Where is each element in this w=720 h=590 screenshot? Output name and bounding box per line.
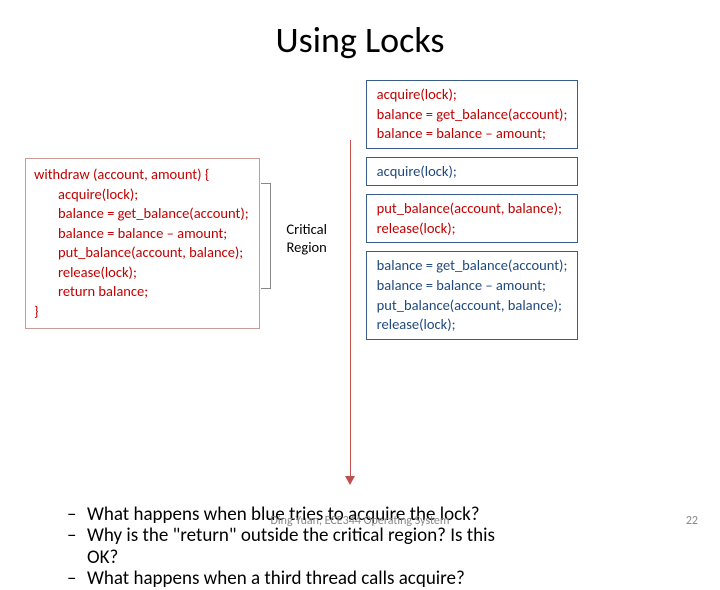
- code-line: return balance;: [34, 282, 249, 302]
- code-line: balance = get_balance(account);: [377, 105, 568, 125]
- thread-red-box-2: put_balance(account, balance); release(l…: [366, 194, 579, 243]
- code-line: put_balance(account, balance);: [377, 199, 568, 219]
- withdraw-code-box: withdraw (account, amount) { acquire(loc…: [25, 158, 260, 329]
- code-line: }: [34, 302, 249, 322]
- critical-text-1: Critical: [286, 220, 326, 238]
- question-text: What happens when a third thread calls a…: [87, 568, 465, 589]
- code-line: balance = balance – amount;: [377, 276, 568, 296]
- thread-blue-box-1: acquire(lock);: [366, 157, 579, 187]
- question-text: OK?: [87, 546, 118, 569]
- dash-icon: –: [67, 525, 87, 568]
- critical-region-label: Critical Region: [278, 220, 336, 256]
- code-line: acquire(lock);: [377, 85, 568, 105]
- critical-region-bracket: [261, 183, 271, 289]
- code-line: put_balance(account, balance);: [34, 243, 249, 263]
- code-line: release(lock);: [377, 315, 568, 335]
- code-line: balance = get_balance(account);: [34, 204, 249, 224]
- code-line: release(lock);: [377, 219, 568, 239]
- list-item: – Why is the "return" outside the critic…: [67, 525, 695, 568]
- left-column: withdraw (account, amount) { acquire(loc…: [25, 80, 260, 329]
- code-line: balance = balance – amount;: [377, 124, 568, 144]
- code-line: balance = balance – amount;: [34, 224, 249, 244]
- thread-red-box-1: acquire(lock); balance = get_balance(acc…: [366, 80, 579, 149]
- code-line: acquire(lock);: [377, 162, 568, 182]
- arrow-line: [350, 140, 351, 478]
- arrow-head-icon: [345, 476, 355, 485]
- list-item: – What happens when a third thread calls…: [67, 568, 695, 589]
- page-number: 22: [686, 514, 698, 528]
- timeline-arrow: [344, 140, 358, 490]
- dash-icon: –: [67, 568, 87, 589]
- code-line: release(lock);: [34, 263, 249, 283]
- slide-title: Using Locks: [25, 18, 695, 62]
- footer-text: Ding Yuan, ECE344 Operating System: [0, 514, 720, 528]
- code-line: withdraw (account, amount) {: [34, 165, 249, 185]
- code-line: balance = get_balance(account);: [377, 256, 568, 276]
- thread-blue-box-2: balance = get_balance(account); balance …: [366, 251, 579, 339]
- code-line: put_balance(account, balance);: [377, 296, 568, 316]
- right-column: acquire(lock); balance = get_balance(acc…: [366, 80, 579, 340]
- critical-text-2: Region: [287, 238, 327, 256]
- code-line: acquire(lock);: [34, 185, 249, 205]
- content-row: withdraw (account, amount) { acquire(loc…: [25, 80, 695, 490]
